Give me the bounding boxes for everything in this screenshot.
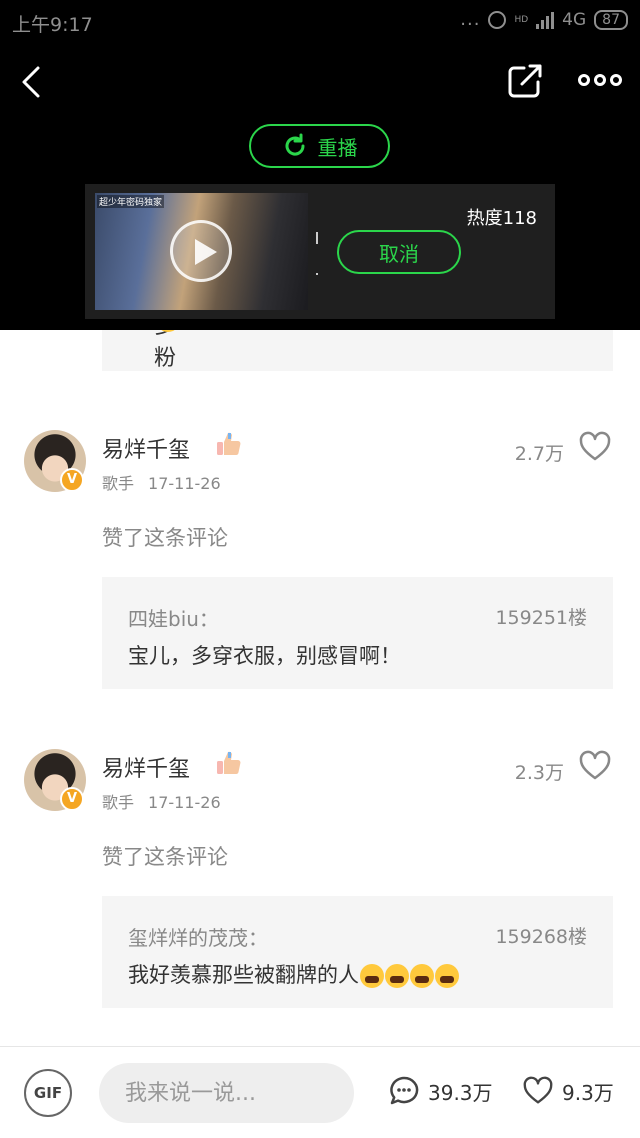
quoted-comment[interactable]: 四娃biu： 159251楼 宝儿，多穿衣服，别感冒啊！ xyxy=(102,577,613,689)
like-count: 2.7万 xyxy=(514,443,564,465)
comment-count: 39.3万 xyxy=(428,1080,493,1105)
crying-emoji-icon xyxy=(360,964,384,988)
network-label: 4G xyxy=(562,9,587,30)
partial-quote: 多粉丝呢 xyxy=(102,330,613,371)
notification-dots: ... xyxy=(460,9,481,30)
video-thumbnail[interactable]: 超少年密码独家 xyxy=(95,193,308,310)
status-time: 上午9:17 xyxy=(12,14,93,36)
crying-emoji-icon xyxy=(385,964,409,988)
heart-icon[interactable] xyxy=(578,749,612,783)
refresh-icon xyxy=(285,133,305,156)
replay-label: 重播 xyxy=(317,135,358,160)
quoted-user[interactable]: 四娃biu： xyxy=(128,603,219,632)
comment-action: 赞了这条评论 xyxy=(102,845,228,869)
comment-input[interactable] xyxy=(99,1063,354,1123)
share-button[interactable] xyxy=(506,62,544,100)
more-button[interactable] xyxy=(578,70,622,90)
heart-icon[interactable] xyxy=(578,430,612,464)
heat-count: 热度118 xyxy=(466,208,537,229)
thumbs-up-icon xyxy=(217,751,241,775)
like-count: 2.3万 xyxy=(514,762,564,784)
video-ad-panel: 超少年密码独家 热度118 取消 xyxy=(85,184,555,319)
divider xyxy=(316,232,318,244)
player-header: 重播 超少年密码独家 热度118 取消 xyxy=(0,44,640,330)
heart-icon xyxy=(523,1076,553,1104)
quoted-comment[interactable]: 玺烊烊的茂茂： 159268楼 我好羡慕那些被翻牌的人 xyxy=(102,896,613,1008)
comment-meta: 歌手 17-11-26 xyxy=(102,789,221,813)
user-role: 歌手 xyxy=(102,474,135,493)
quoted-text: 我好羡慕那些被翻牌的人 xyxy=(128,963,359,987)
comment-meta: 歌手 17-11-26 xyxy=(102,470,221,494)
cancel-button[interactable]: 取消 xyxy=(337,230,461,274)
verified-icon: V xyxy=(60,787,84,811)
replay-button[interactable]: 重播 xyxy=(249,124,390,168)
floor-number: 159268楼 xyxy=(495,926,587,948)
comment-action: 赞了这条评论 xyxy=(102,526,228,550)
quoted-user[interactable]: 玺烊烊的茂茂： xyxy=(128,922,268,951)
back-button[interactable] xyxy=(14,64,50,100)
comment-bubble-icon xyxy=(390,1076,419,1105)
user-role: 歌手 xyxy=(102,793,135,812)
hd-label: HD xyxy=(514,14,529,25)
video-watermark: 超少年密码独家 xyxy=(97,195,165,208)
comment-date: 17-11-26 xyxy=(148,793,221,812)
alarm-icon xyxy=(488,10,507,29)
divider xyxy=(316,273,318,275)
user-name[interactable]: 易烊千玺 xyxy=(102,751,190,783)
thumbs-up-icon xyxy=(217,432,241,456)
verified-icon: V xyxy=(60,468,84,492)
gif-button[interactable]: GIF xyxy=(24,1069,72,1117)
like-button[interactable]: 9.3万 xyxy=(522,1075,614,1107)
floor-number: 159251楼 xyxy=(495,607,587,629)
like-total: 9.3万 xyxy=(562,1080,614,1105)
battery-icon: 87 xyxy=(594,9,628,30)
status-icons: ... HD 4G 87 xyxy=(460,9,628,30)
comments-button[interactable]: 39.3万 xyxy=(388,1075,493,1107)
status-bar: 上午9:17 ... HD 4G 87 xyxy=(0,0,640,44)
quoted-text: 宝儿，多穿衣服，别感冒啊！ xyxy=(128,644,401,668)
user-name[interactable]: 易烊千玺 xyxy=(102,432,190,464)
bottom-bar: GIF 39.3万 9.3万 xyxy=(0,1046,640,1138)
crying-emoji-icon xyxy=(410,964,434,988)
comment-date: 17-11-26 xyxy=(148,474,221,493)
signal-icon xyxy=(536,11,555,29)
quoted-text-line: 我好羡慕那些被翻牌的人 xyxy=(128,959,459,989)
partial-quote-text: 多粉丝呢 xyxy=(154,330,177,371)
crying-emoji-icon xyxy=(435,964,459,988)
play-icon[interactable] xyxy=(170,220,232,282)
